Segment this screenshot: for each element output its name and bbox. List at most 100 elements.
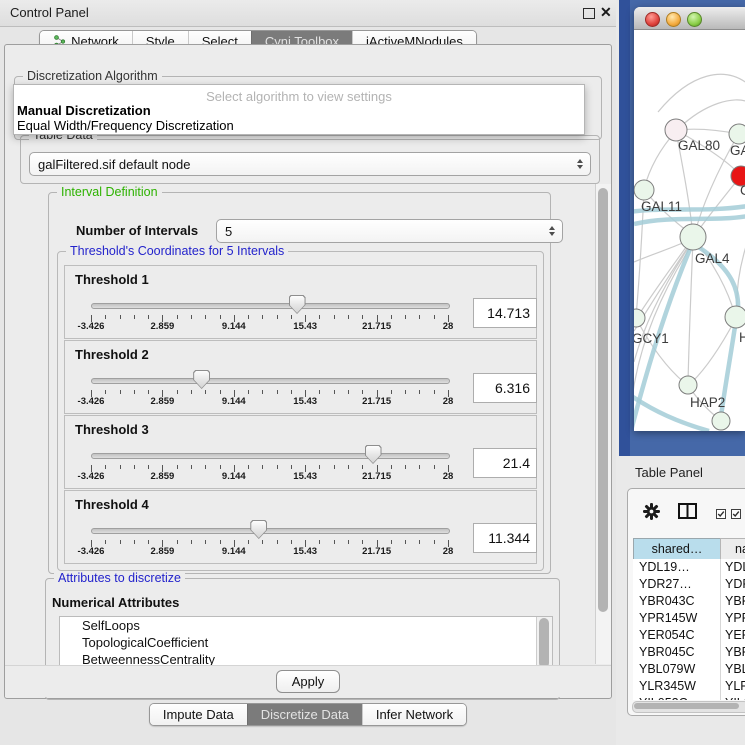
bottom-node[interactable] <box>712 412 730 430</box>
slider-tick-label: 21.715 <box>362 396 391 407</box>
zoom-traffic-light-icon[interactable] <box>687 12 702 27</box>
algorithm-hint-text: Select algorithm to view settings <box>14 89 584 104</box>
checkbox-icon[interactable] <box>716 506 726 524</box>
slider-tick <box>248 465 249 469</box>
float-window-icon[interactable] <box>583 8 595 19</box>
number-of-intervals-value: 5 <box>225 224 232 239</box>
checkbox-icon[interactable] <box>731 506 741 524</box>
slider-tick <box>419 465 420 469</box>
GAL4-node[interactable] <box>680 224 706 250</box>
threshold-value-field[interactable]: 11.344 <box>473 523 537 553</box>
slider-tick <box>362 315 363 319</box>
column-header-shared[interactable]: shared… <box>633 538 721 560</box>
node-label: GAL4 <box>695 251 730 266</box>
table-row[interactable]: YBR043CYBR0 <box>633 593 745 610</box>
slider-tick <box>319 465 320 469</box>
cell-shared-name: YPR145W <box>633 610 720 627</box>
tab-impute-data[interactable]: Impute Data <box>150 704 247 725</box>
network-canvas[interactable]: GAL80GACGAL11GAL4GCY1HHAP2 <box>634 29 745 431</box>
threshold-value-field[interactable]: 21.4 <box>473 448 537 478</box>
close-traffic-light-icon[interactable] <box>645 12 660 27</box>
slider-tick <box>120 390 121 394</box>
network-edge <box>658 74 745 112</box>
threshold-slider-track[interactable] <box>91 303 450 309</box>
table-row[interactable]: YIL052CYIL0 <box>633 695 745 700</box>
attributes-scrollbar[interactable] <box>536 617 552 671</box>
algorithm-option[interactable]: Equal Width/Frequency Discretization <box>17 118 234 133</box>
panel-title: Control Panel <box>10 5 89 20</box>
table-horizontal-scrollbar[interactable] <box>632 701 745 713</box>
table-row[interactable]: YLR345WYLR3 <box>633 678 745 695</box>
slider-tick <box>334 465 335 469</box>
threshold-label: Threshold 1 <box>75 272 149 287</box>
close-icon[interactable]: ✕ <box>600 4 612 21</box>
cell-shared-name: YIL052C <box>633 695 720 700</box>
table-row[interactable]: YBL079WYBL0 <box>633 661 745 678</box>
number-of-intervals-label: Number of Intervals <box>76 223 198 238</box>
cell-name: YBL0 <box>720 661 745 678</box>
slider-tick <box>291 540 292 544</box>
numerical-attributes-list[interactable]: SelfLoopsTopologicalCoefficientBetweenne… <box>59 616 553 672</box>
column-header-name[interactable]: na <box>720 538 745 560</box>
slider-tick <box>220 465 221 469</box>
cell-name: YBR0 <box>720 644 745 661</box>
gear-icon[interactable] <box>643 503 660 525</box>
table-row[interactable]: YBR045CYBR0 <box>633 644 745 661</box>
slider-tick <box>220 540 221 544</box>
GCY1-node[interactable] <box>634 309 645 327</box>
slider-tick <box>348 390 349 394</box>
slider-tick <box>334 315 335 319</box>
threshold-slider-track[interactable] <box>91 378 450 384</box>
HAP2-node[interactable] <box>679 376 697 394</box>
threshold-value-field[interactable]: 14.713 <box>473 298 537 328</box>
node-label: H <box>739 330 745 345</box>
top-right-node[interactable] <box>729 124 745 144</box>
slider-tick-label: 21.715 <box>362 546 391 557</box>
attribute-list-item[interactable]: SelfLoops <box>60 617 552 634</box>
node-label: HAP2 <box>690 395 725 410</box>
threshold-slider-handle[interactable] <box>289 295 306 314</box>
slider-tick <box>177 315 178 319</box>
columns-icon[interactable] <box>678 503 697 524</box>
threshold-label: Threshold 3 <box>75 422 149 437</box>
threshold-slider-handle[interactable] <box>365 445 382 464</box>
tab-infer-network[interactable]: Infer Network <box>362 704 466 725</box>
tab-label: Infer Network <box>376 707 453 722</box>
threshold-value-field[interactable]: 6.316 <box>473 373 537 403</box>
cell-shared-name: YER054C <box>633 627 720 644</box>
table-row[interactable]: YER054CYER0 <box>633 627 745 644</box>
right-mid-node[interactable] <box>725 306 745 328</box>
network-window-titlebar <box>634 7 745 30</box>
table-row[interactable]: YDR27…YDR2 <box>633 576 745 593</box>
slider-tick <box>362 465 363 469</box>
threshold-slider-track[interactable] <box>91 453 450 459</box>
slider-tick <box>277 315 278 319</box>
cell-shared-name: YDL19… <box>633 559 720 576</box>
content-scrollbar-thumb[interactable] <box>598 188 608 612</box>
table-row[interactable]: YPR145WYPR1 <box>633 610 745 627</box>
slider-tick <box>105 540 106 544</box>
slider-tick <box>105 465 106 469</box>
threshold-panel: Threshold 1-3.4262.8599.14415.4321.71528… <box>64 265 537 339</box>
apply-button[interactable]: Apply <box>276 670 340 693</box>
slider-tick <box>348 540 349 544</box>
content-scrollbar[interactable] <box>595 184 611 664</box>
table-row[interactable]: YDL19…YDL1 <box>633 559 745 576</box>
table-data-combobox[interactable]: galFiltered.sif default node <box>29 152 591 176</box>
slider-tick <box>434 540 435 544</box>
threshold-slider-track[interactable] <box>91 528 450 534</box>
tab-discretize-data[interactable]: Discretize Data <box>247 704 362 725</box>
GAL11-node[interactable] <box>634 180 654 200</box>
threshold-slider-handle[interactable] <box>193 370 210 389</box>
table-horizontal-scrollbar-thumb[interactable] <box>634 703 739 709</box>
attribute-list-item[interactable]: TopologicalCoefficient <box>60 634 552 651</box>
algorithm-option[interactable]: Manual Discretization <box>17 103 151 118</box>
minimize-traffic-light-icon[interactable] <box>666 12 681 27</box>
threshold-slider-handle[interactable] <box>250 520 267 539</box>
combo-stepper-icon <box>549 226 555 236</box>
cell-shared-name: YLR345W <box>633 678 720 695</box>
number-of-intervals-combobox[interactable]: 5 <box>216 219 563 243</box>
slider-tick-label: 9.144 <box>222 396 246 407</box>
slider-tick <box>134 465 135 469</box>
apply-bar: Apply <box>5 665 611 697</box>
